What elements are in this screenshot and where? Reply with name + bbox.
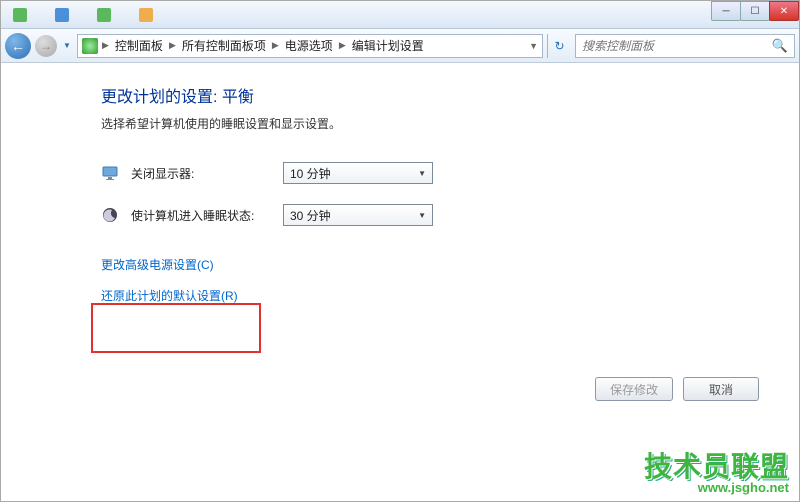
refresh-icon: ↻ [554, 39, 564, 53]
arrow-left-icon: ← [11, 38, 25, 54]
chevron-down-icon: ▼ [418, 169, 426, 178]
maximize-button[interactable]: ☐ [740, 1, 770, 21]
close-button[interactable]: ✕ [769, 1, 799, 21]
breadcrumb-item[interactable]: 电源选项 [283, 37, 335, 54]
sleep-dropdown[interactable]: 30 分钟 ▼ [283, 204, 433, 226]
refresh-button[interactable]: ↻ [547, 34, 571, 58]
back-button[interactable]: ← [5, 33, 31, 59]
tab-favicon [13, 8, 27, 22]
restore-defaults-link[interactable]: 还原此计划的默认设置(R) [101, 287, 238, 304]
window-titlebar: ─ ☐ ✕ [1, 1, 799, 29]
navigation-bar: ← → ▼ ▶ 控制面板 ▶ 所有控制面板项 ▶ 电源选项 ▶ 编辑计划设置 ▼… [1, 29, 799, 63]
breadcrumb-item[interactable]: 所有控制面板项 [180, 37, 268, 54]
window-controls: ─ ☐ ✕ [712, 1, 799, 21]
setting-label: 使计算机进入睡眠状态: [131, 207, 271, 224]
cancel-button[interactable]: 取消 [683, 377, 759, 401]
breadcrumb-item[interactable]: 编辑计划设置 [350, 37, 426, 54]
dropdown-value: 10 分钟 [290, 165, 331, 182]
setting-row-display-off: 关闭显示器: 10 分钟 ▼ [101, 162, 739, 184]
history-dropdown[interactable]: ▼ [61, 33, 73, 59]
search-box[interactable]: 🔍 [575, 34, 795, 58]
links-section: 更改高级电源设置(C) 还原此计划的默认设置(R) [101, 256, 739, 318]
content-area: 更改计划的设置: 平衡 选择希望计算机使用的睡眠设置和显示设置。 关闭显示器: … [1, 63, 799, 501]
address-bar[interactable]: ▶ 控制面板 ▶ 所有控制面板项 ▶ 电源选项 ▶ 编辑计划设置 ▼ [77, 34, 543, 58]
browser-tab[interactable] [89, 6, 123, 24]
browser-tab[interactable] [47, 6, 81, 24]
watermark-url: www.jsgho.net [644, 481, 789, 495]
chevron-down-icon: ▼ [418, 211, 426, 220]
setting-row-sleep: 使计算机进入睡眠状态: 30 分钟 ▼ [101, 204, 739, 226]
tab-group [5, 6, 795, 24]
tab-favicon [55, 8, 69, 22]
tab-favicon [139, 8, 153, 22]
moon-icon [101, 206, 119, 224]
dialog-buttons: 保存修改 取消 [595, 377, 759, 401]
tab-favicon [97, 8, 111, 22]
breadcrumb-separator: ▶ [339, 40, 346, 51]
forward-button[interactable]: → [35, 35, 57, 57]
watermark: 技术员联盟 www.jsgho.net [644, 452, 789, 495]
search-icon[interactable]: 🔍 [772, 38, 788, 54]
dropdown-value: 30 分钟 [290, 207, 331, 224]
advanced-power-settings-link[interactable]: 更改高级电源设置(C) [101, 256, 214, 273]
page-title: 更改计划的设置: 平衡 [101, 83, 739, 107]
control-panel-icon [82, 38, 98, 54]
page-subtitle: 选择希望计算机使用的睡眠设置和显示设置。 [101, 115, 739, 132]
breadcrumb-item[interactable]: 控制面板 [113, 37, 165, 54]
setting-label: 关闭显示器: [131, 165, 271, 182]
search-input[interactable] [582, 39, 772, 53]
chevron-down-icon[interactable]: ▼ [529, 41, 538, 51]
breadcrumb-separator: ▶ [102, 40, 109, 51]
arrow-right-icon: → [40, 39, 52, 53]
monitor-icon [101, 164, 119, 182]
browser-tab[interactable] [5, 6, 39, 24]
browser-tab[interactable] [131, 6, 165, 24]
save-button[interactable]: 保存修改 [595, 377, 673, 401]
breadcrumb-separator: ▶ [169, 40, 176, 51]
chevron-down-icon: ▼ [63, 41, 71, 50]
watermark-text: 技术员联盟 [644, 452, 789, 481]
display-off-dropdown[interactable]: 10 分钟 ▼ [283, 162, 433, 184]
minimize-button[interactable]: ─ [711, 1, 741, 21]
breadcrumb-separator: ▶ [272, 40, 279, 51]
